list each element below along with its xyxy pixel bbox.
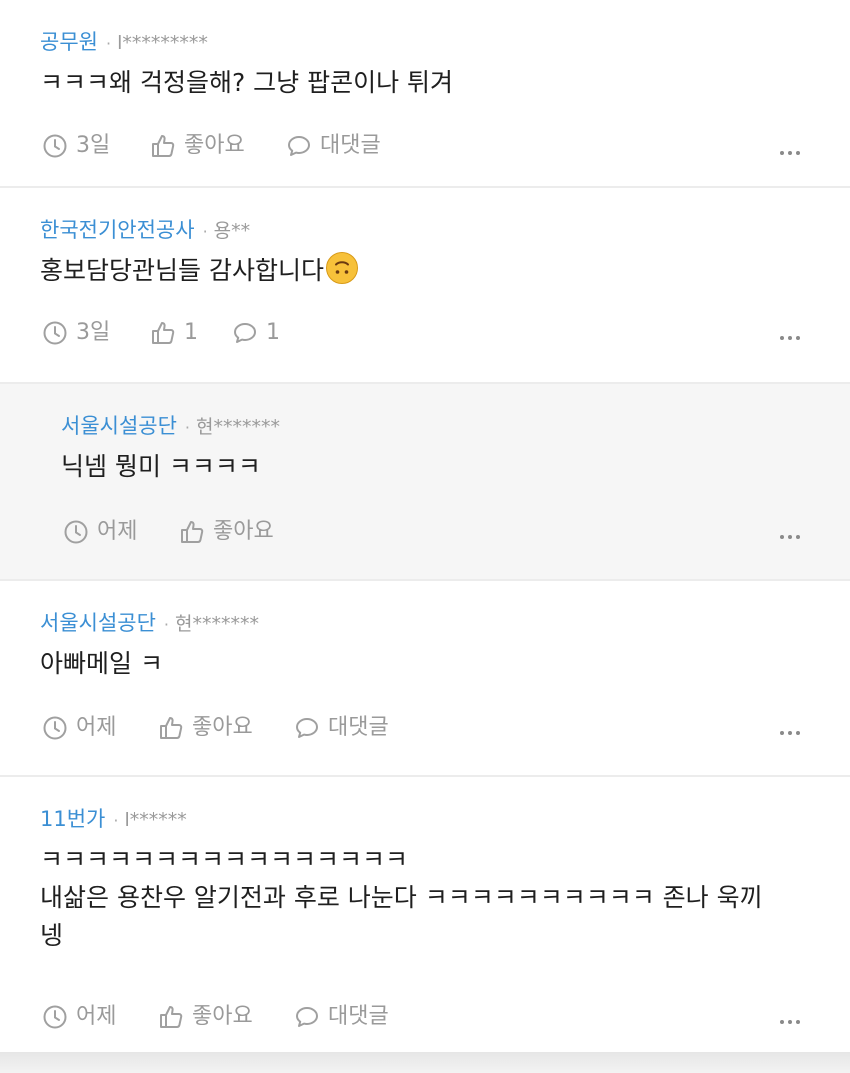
comment-line: 닉넴 뭥미 ㅋㅋㅋㅋ [61, 452, 261, 481]
comment-text: 아빠메일 ㅋ [40, 645, 820, 683]
author-org[interactable]: 한국전기안전공사 [40, 218, 195, 242]
timestamp-label: 어제 [76, 1004, 117, 1029]
like-label: 좋아요 [192, 715, 253, 740]
comment-item: 서울시설공단 · 현******* 아빠메일 ㅋ 어제 좋아요 대댓글 [0, 581, 850, 777]
comment-line: 아빠메일 ㅋ [40, 649, 163, 678]
reply-label: 대댓글 [320, 133, 381, 158]
thumbs-up-icon [152, 322, 175, 344]
comment-meta: 공무원 · l********* [40, 28, 208, 58]
thumbs-up-icon [160, 1006, 183, 1028]
comment-line: ㅋㅋㅋㅋㅋㅋㅋㅋㅋㅋㅋㅋㅋㅋㅋㅋ [40, 845, 409, 874]
timestamp: 3일 [42, 318, 110, 348]
like-label: 좋아요 [192, 1004, 253, 1029]
clock-icon [43, 134, 67, 158]
upside-down-face-emoji-icon [325, 252, 358, 284]
speech-bubble-icon [296, 718, 318, 738]
meta-separator: · [113, 811, 119, 830]
comment-line: ㅋㅋㅋ왜 걱정을해? 그냥 팝콘이나 튀겨 [40, 68, 454, 97]
timestamp-label: 어제 [97, 519, 138, 544]
timestamp-label: 어제 [76, 715, 117, 740]
speech-bubble-icon [296, 1007, 318, 1027]
author-org[interactable]: 11번가 [40, 807, 105, 831]
timestamp: 어제 [42, 1002, 116, 1032]
like-label: 좋아요 [184, 133, 245, 158]
comment-line: 홍보담당관님들 감사합니다 [40, 252, 820, 290]
clock-icon [43, 1005, 67, 1029]
like-button[interactable]: 1 [150, 318, 198, 348]
author-id: 현******* [196, 416, 280, 438]
thumbs-up-icon [160, 717, 183, 739]
speech-bubble-icon [288, 136, 310, 156]
comment-line: 넹 [40, 921, 64, 950]
comment-meta: 11번가 · l****** [40, 805, 187, 835]
comment-item: 공무원 · l********* ㅋㅋㅋ왜 걱정을해? 그냥 팝콘이나 튀겨 3일 … [0, 0, 850, 188]
like-button[interactable]: 좋아요 [158, 713, 253, 743]
comment-item: 한국전기안전공사 · 용** 홍보담당관님들 감사합니다 3일 1 1 [0, 188, 850, 384]
author-id: l********* [117, 32, 208, 54]
meta-separator: · [184, 418, 191, 437]
comment-text: ㅋㅋㅋ왜 걱정을해? 그냥 팝콘이나 튀겨 [40, 64, 820, 102]
clock-icon [64, 520, 88, 544]
meta-separator: · [163, 615, 170, 634]
timestamp: 3일 [42, 131, 110, 161]
comment-line-text: 홍보담당관님들 감사합니다 [40, 256, 324, 285]
comment-meta: 한국전기안전공사 · 용** [40, 216, 250, 246]
bottom-divider [0, 1052, 850, 1073]
timestamp-label: 3일 [76, 320, 111, 345]
more-dots-icon[interactable] [780, 524, 804, 539]
more-dots-icon[interactable] [780, 140, 804, 155]
like-label: 좋아요 [213, 519, 274, 544]
author-id: 현******* [175, 613, 259, 635]
like-button[interactable]: 좋아요 [150, 131, 245, 161]
reply-label: 대댓글 [328, 715, 389, 740]
reply-item: 서울시설공단 · 현******* 닉넴 뭥미 ㅋㅋㅋㅋ 어제 좋아요 [0, 384, 850, 581]
comment-feed: 공무원 · l********* ㅋㅋㅋ왜 걱정을해? 그냥 팝콘이나 튀겨 3일 … [0, 0, 850, 1053]
author-org[interactable]: 서울시설공단 [40, 611, 156, 635]
like-count: 1 [184, 320, 198, 345]
clock-icon [43, 321, 67, 345]
reply-button[interactable]: 대댓글 [294, 1002, 389, 1032]
meta-separator: · [202, 222, 208, 241]
comment-text: ㅋㅋㅋㅋㅋㅋㅋㅋㅋㅋㅋㅋㅋㅋㅋㅋ 내삶은 용찬우 알기전과 후로 나눈다 ㅋㅋㅋ… [40, 841, 820, 955]
comment-meta: 서울시설공단 · 현******* [40, 609, 259, 639]
comment-item: 11번가 · l****** ㅋㅋㅋㅋㅋㅋㅋㅋㅋㅋㅋㅋㅋㅋㅋㅋ 내삶은 용찬우 알기… [0, 777, 850, 1053]
reply-button[interactable]: 대댓글 [294, 713, 389, 743]
like-button[interactable]: 좋아요 [179, 517, 274, 547]
comment-text: 홍보담당관님들 감사합니다 [40, 252, 820, 290]
thumbs-up-icon [181, 521, 204, 543]
reply-button[interactable]: 1 [232, 318, 280, 348]
comment-meta: 서울시설공단 · 현******* [61, 412, 280, 442]
comment-text: 닉넴 뭥미 ㅋㅋㅋㅋ [61, 448, 841, 486]
more-dots-icon[interactable] [780, 1009, 804, 1024]
reply-count: 1 [266, 320, 280, 345]
timestamp: 어제 [63, 517, 137, 547]
meta-separator: · [105, 34, 112, 53]
comment-line: 내삶은 용찬우 알기전과 후로 나눈다 ㅋㅋㅋㅋㅋㅋㅋㅋㅋㅋ 존나 욱끼 [40, 883, 763, 912]
reply-button[interactable]: 대댓글 [286, 131, 381, 161]
more-dots-icon[interactable] [780, 720, 804, 735]
clock-icon [43, 716, 67, 740]
author-org[interactable]: 공무원 [40, 30, 98, 54]
speech-bubble-icon [234, 323, 256, 343]
more-dots-icon[interactable] [780, 325, 804, 340]
like-button[interactable]: 좋아요 [158, 1002, 253, 1032]
timestamp: 어제 [42, 713, 116, 743]
reply-label: 대댓글 [328, 1004, 389, 1029]
author-id: l****** [124, 809, 187, 831]
timestamp-label: 3일 [76, 133, 111, 158]
author-org[interactable]: 서울시설공단 [61, 414, 177, 438]
author-id: 용** [213, 220, 251, 242]
thumbs-up-icon [152, 135, 175, 157]
